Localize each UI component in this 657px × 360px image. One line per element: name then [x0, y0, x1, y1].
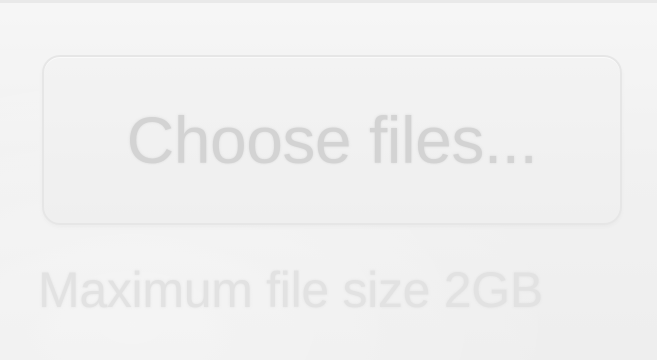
- choose-files-label: Choose files...: [126, 103, 538, 177]
- max-file-size-hint: Maximum file size 2GB: [38, 262, 543, 318]
- choose-files-button[interactable]: Choose files...: [42, 55, 622, 225]
- file-upload-panel: Choose files... Maximum file size 2GB: [0, 0, 657, 360]
